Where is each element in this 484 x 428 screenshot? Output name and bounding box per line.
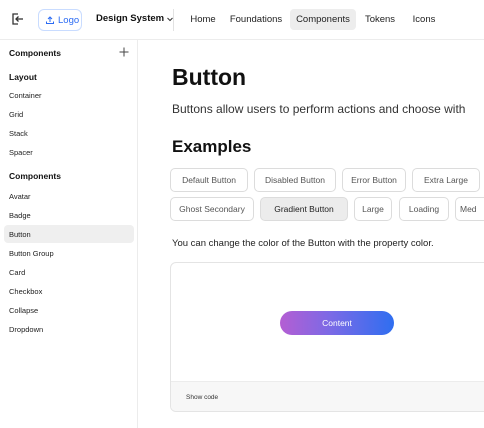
nav-tab-tokens[interactable]: Tokens xyxy=(358,9,402,30)
sidebar-item-button[interactable]: Button xyxy=(4,225,134,243)
sidebar-item-collapse[interactable]: Collapse xyxy=(4,301,134,319)
helper-text: You can change the color of the Button w… xyxy=(172,238,434,249)
show-code-button[interactable]: Show code xyxy=(186,394,218,401)
nav-tab-components[interactable]: Components xyxy=(290,9,356,30)
example-ghost-secondary-button[interactable]: Ghost Secondary xyxy=(170,197,254,221)
code-bar: Show code xyxy=(171,381,484,411)
nav-tab-icons[interactable]: Icons xyxy=(406,9,442,30)
logo-button[interactable]: Logo xyxy=(38,9,82,31)
sidebar-item-badge[interactable]: Badge xyxy=(4,206,134,224)
design-system-label: Design System xyxy=(96,13,165,24)
sidebar-item-button-group[interactable]: Button Group xyxy=(4,244,134,262)
example-error-button[interactable]: Error Button xyxy=(342,168,406,192)
nav-tab-home[interactable]: Home xyxy=(182,9,224,30)
preview-panel: Content Show code xyxy=(170,262,484,412)
sidebar-heading-layout: Layout xyxy=(9,72,37,82)
sidebar-heading-components: Components xyxy=(9,171,61,181)
sidebar: Components Layout Container Grid Stack S… xyxy=(0,40,138,428)
example-medium-button[interactable]: Med xyxy=(455,197,484,221)
sidebar-item-dropdown[interactable]: Dropdown xyxy=(4,320,134,338)
nav-tab-foundations[interactable]: Foundations xyxy=(226,9,286,30)
examples-heading: Examples xyxy=(172,137,252,156)
example-gradient-button[interactable]: Gradient Button xyxy=(260,197,348,221)
sidebar-item-avatar[interactable]: Avatar xyxy=(4,187,134,205)
sidebar-title: Components xyxy=(9,48,61,58)
sidebar-item-card[interactable]: Card xyxy=(4,263,134,281)
example-extra-large-button[interactable]: Extra Large xyxy=(412,168,480,192)
sidebar-item-grid[interactable]: Grid xyxy=(4,105,134,123)
page-description: Buttons allow users to perform actions a… xyxy=(172,102,466,116)
example-large-button[interactable]: Large xyxy=(354,197,392,221)
sidebar-collapse-icon[interactable] xyxy=(10,11,26,27)
sidebar-item-checkbox[interactable]: Checkbox xyxy=(4,282,134,300)
sidebar-item-spacer[interactable]: Spacer xyxy=(4,143,134,161)
example-default-button[interactable]: Default Button xyxy=(170,168,248,192)
example-disabled-button[interactable]: Disabled Button xyxy=(254,168,336,192)
design-system-switcher[interactable]: Design System xyxy=(96,13,174,24)
page-title: Button xyxy=(172,64,247,90)
plus-icon[interactable] xyxy=(118,45,130,57)
top-bar: Logo Design System Home Foundations Comp… xyxy=(0,0,484,40)
upload-icon xyxy=(46,16,54,24)
sidebar-item-container[interactable]: Container xyxy=(4,86,134,104)
gradient-demo-button[interactable]: Content xyxy=(280,311,394,335)
example-loading-button[interactable]: Loading xyxy=(399,197,449,221)
logo-label: Logo xyxy=(58,14,80,26)
header-divider xyxy=(173,9,174,31)
sidebar-item-stack[interactable]: Stack xyxy=(4,124,134,142)
